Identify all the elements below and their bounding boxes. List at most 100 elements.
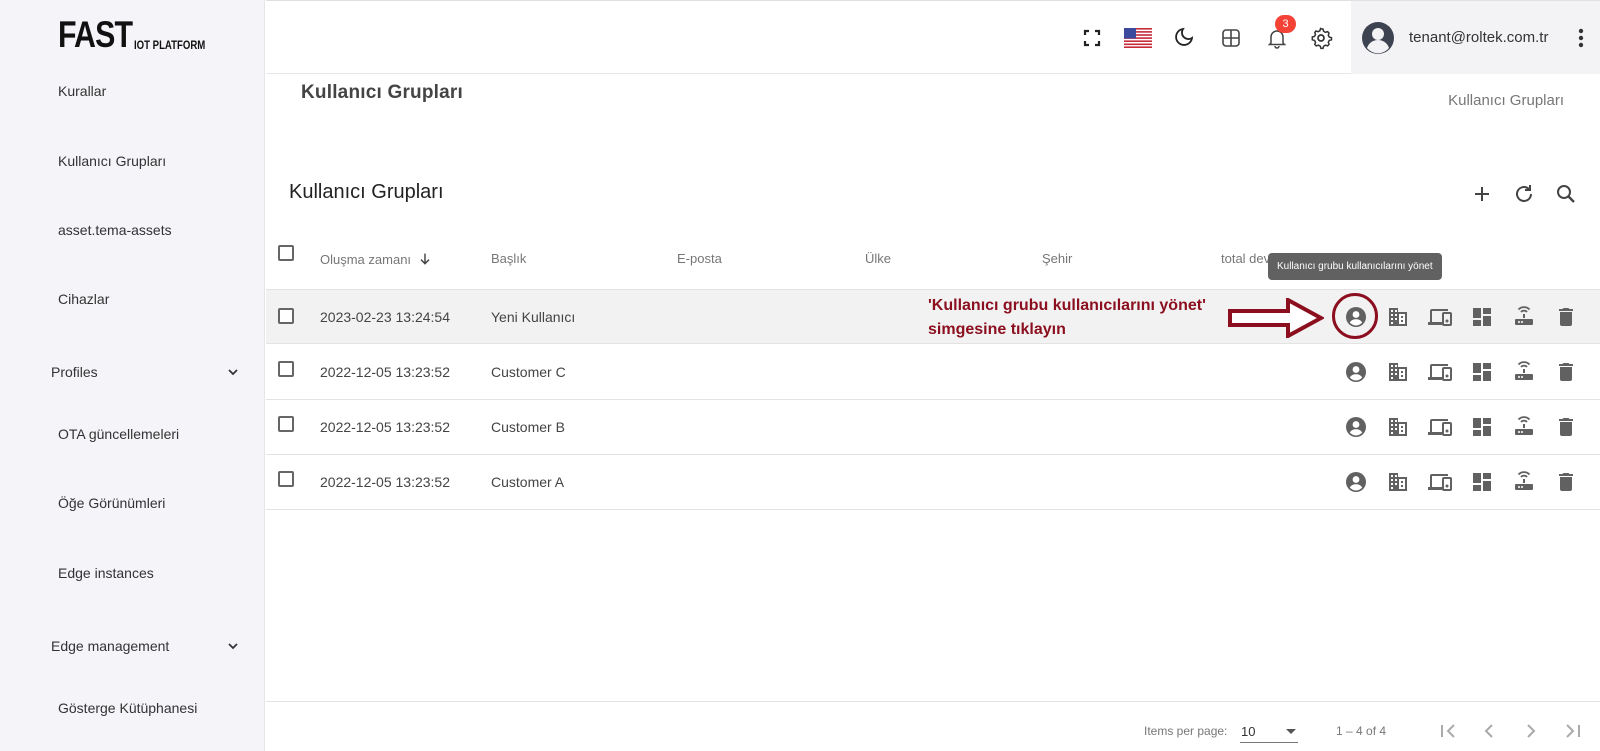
manage-assets-icon[interactable] [1386, 360, 1410, 384]
annotation-line-1: 'Kullanıcı grubu kullanıcılarını yönet' [928, 297, 1206, 314]
table-row[interactable]: 2022-12-05 13:23:52 Customer B [266, 400, 1600, 455]
column-header-created[interactable]: Oluşma zamanı [320, 251, 433, 267]
sidebar-item-kurallar[interactable]: Kurallar [58, 83, 106, 99]
manage-edges-icon[interactable] [1512, 305, 1536, 329]
delete-icon[interactable] [1554, 470, 1578, 494]
manage-users-icon[interactable] [1344, 360, 1368, 384]
user-menu[interactable]: tenant@roltek.com.tr [1351, 1, 1600, 74]
manage-dashboards-icon[interactable] [1470, 415, 1494, 439]
avatar [1362, 22, 1394, 54]
refresh-icon[interactable] [1512, 182, 1536, 206]
logo: FAST IOT PLATFORM [58, 16, 223, 53]
cell-created: 2022-12-05 13:23:52 [320, 364, 450, 380]
footer-divider [266, 701, 1600, 702]
manage-dashboards-icon[interactable] [1470, 470, 1494, 494]
sidebar-item-edge-instances[interactable]: Edge instances [58, 565, 154, 581]
row-checkbox[interactable] [278, 361, 294, 377]
sidebar-item-label: Edge instances [58, 565, 154, 581]
row-checkbox[interactable] [278, 471, 294, 487]
cell-title: Yeni Kullanıcı [491, 309, 576, 325]
manage-edges-icon[interactable] [1512, 360, 1536, 384]
apps-icon[interactable] [1219, 26, 1243, 50]
next-page-icon[interactable] [1519, 719, 1543, 743]
manage-assets-icon[interactable] [1386, 415, 1410, 439]
manage-devices-icon[interactable] [1428, 305, 1452, 329]
logo-sub-text: IOT PLATFORM [133, 38, 205, 52]
table-title: Kullanıcı Grupları [289, 181, 444, 203]
sidebar-item-oge-gorunumleri[interactable]: Öğe Görünümleri [58, 495, 165, 511]
sidebar-item-label: Kurallar [58, 83, 107, 99]
breadcrumb[interactable]: Kullanıcı Grupları [1448, 92, 1564, 109]
search-icon[interactable] [1554, 182, 1578, 206]
delete-icon[interactable] [1554, 305, 1578, 329]
cell-title: Customer A [491, 474, 565, 490]
annotation-text: 'Kullanıcı grubu kullanıcılarını yönet' … [928, 294, 1206, 342]
items-per-page-label: Items per page: [1144, 724, 1228, 738]
manage-dashboards-icon[interactable] [1470, 305, 1494, 329]
cell-title: Customer C [491, 364, 566, 380]
manage-assets-icon[interactable] [1386, 470, 1410, 494]
column-header-label: Oluşma zamanı [320, 251, 412, 267]
sidebar-item-asset-tema-assets[interactable]: asset.tema-assets [58, 222, 172, 238]
sidebar-item-ota[interactable]: OTA güncellemeleri [58, 426, 179, 442]
table-row[interactable]: 2022-12-05 13:23:52 Customer A [266, 455, 1600, 510]
sidebar-item-gosterge-kutuphanesi[interactable]: Gösterge Kütüphanesi [58, 700, 197, 716]
sidebar-group-edge-management[interactable]: Edge management [51, 638, 241, 654]
manage-users-icon[interactable] [1344, 415, 1368, 439]
row-checkbox[interactable] [278, 416, 294, 432]
chevron-down-icon [228, 643, 238, 650]
manage-edges-icon[interactable] [1512, 415, 1536, 439]
annotation-arrow-icon [1228, 298, 1324, 338]
add-icon[interactable] [1470, 182, 1494, 206]
us-flag-icon[interactable] [1124, 26, 1152, 50]
select-all-checkbox[interactable] [278, 245, 294, 261]
sidebar-item-label: OTA güncellemeleri [58, 426, 180, 442]
manage-assets-icon[interactable] [1386, 305, 1410, 329]
manage-devices-icon[interactable] [1428, 470, 1452, 494]
manage-users-icon[interactable] [1344, 470, 1368, 494]
items-per-page-value: 10 [1241, 724, 1256, 739]
dropdown-caret-icon [1286, 729, 1296, 734]
delete-icon[interactable] [1554, 415, 1578, 439]
cell-created: 2022-12-05 13:23:52 [320, 419, 450, 435]
sidebar-item-label: asset.tema-assets [58, 222, 172, 238]
annotation-line-2: simgesine tıklayın [928, 321, 1066, 338]
sidebar-group-profiles[interactable]: Profiles [51, 364, 241, 380]
table-row[interactable]: 2022-12-05 13:23:52 Customer C [266, 345, 1600, 400]
column-header-title[interactable]: Başlık [491, 251, 526, 266]
page-title: Kullanıcı Grupları [301, 82, 463, 103]
items-per-page-select[interactable]: 10 [1240, 719, 1298, 743]
first-page-icon[interactable] [1436, 719, 1460, 743]
notification-badge: 3 [1275, 15, 1296, 33]
app-root: FAST IOT PLATFORM Kurallar Kullanıcı Gru… [0, 0, 1600, 751]
column-header-email[interactable]: E-posta [677, 251, 722, 266]
arrow-down-icon [420, 253, 430, 265]
manage-edges-icon[interactable] [1512, 470, 1536, 494]
previous-page-icon[interactable] [1477, 719, 1501, 743]
delete-icon[interactable] [1554, 360, 1578, 384]
sidebar-item-kullanici-gruplari[interactable]: Kullanıcı Grupları [58, 153, 166, 169]
last-page-icon[interactable] [1561, 719, 1585, 743]
sidebar-item-label: Kullanıcı Grupları [58, 153, 167, 169]
pagination-range: 1 – 4 of 4 [1336, 724, 1387, 738]
column-header-city[interactable]: Şehir [1042, 251, 1072, 266]
fullscreen-icon[interactable] [1080, 26, 1104, 50]
cell-title: Customer B [491, 419, 565, 435]
sidebar-item-label: Gösterge Kütüphanesi [58, 700, 198, 716]
column-header-country[interactable]: Ülke [865, 251, 891, 266]
manage-devices-icon[interactable] [1428, 415, 1452, 439]
manage-dashboards-icon[interactable] [1470, 360, 1494, 384]
user-email: tenant@roltek.com.tr [1409, 29, 1549, 46]
dark-mode-icon[interactable] [1171, 26, 1195, 50]
sidebar-item-cihazlar[interactable]: Cihazlar [58, 291, 109, 307]
sidebar-item-label: Öğe Görünümleri [58, 495, 166, 511]
row-checkbox[interactable] [278, 308, 294, 324]
column-header-total-devices[interactable]: total dev [1221, 251, 1270, 266]
more-vert-icon[interactable] [1571, 26, 1591, 50]
cell-created: 2022-12-05 13:23:52 [320, 474, 450, 490]
tooltip: Kullanıcı grubu kullanıcılarını yönet [1268, 253, 1442, 280]
annotation-highlight-circle [1332, 293, 1378, 339]
cell-created: 2023-02-23 13:24:54 [320, 309, 450, 325]
settings-icon[interactable] [1309, 26, 1333, 50]
manage-devices-icon[interactable] [1428, 360, 1452, 384]
